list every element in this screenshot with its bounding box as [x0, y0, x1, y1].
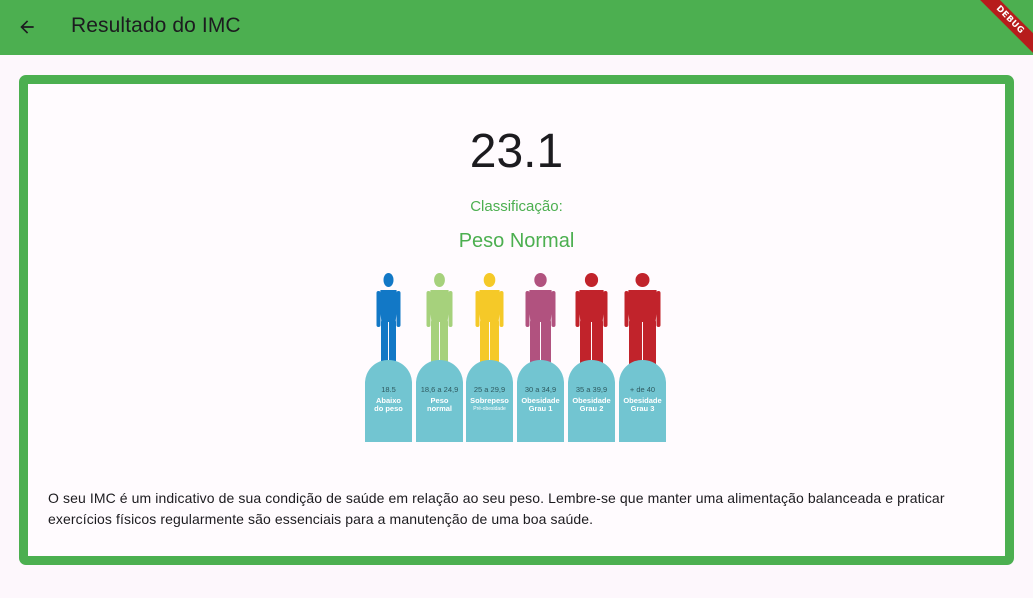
body-silhouette-icon — [426, 273, 453, 366]
bmi-range-label: 30 a 34,9 — [524, 385, 557, 394]
bmi-category-label: Abaixo do peso — [374, 396, 403, 413]
arrow-left-icon — [20, 20, 34, 34]
classification-label: Classificação: — [470, 198, 563, 215]
bmi-category-label: Obesidade Grau 2 — [572, 396, 611, 413]
bmi-category-plate: + de 40 Obesidade Grau 3 — [619, 360, 666, 442]
result-card: 23.1 Classificação: Peso Normal 18.5 Abai… — [19, 75, 1014, 565]
bmi-category-plate: 35 a 39,9 Obesidade Grau 2 — [568, 360, 615, 442]
bmi-chart-image: 18.5 Abaixo do peso 18,6 a 24,9 Peso normal 25… — [365, 272, 670, 442]
body-silhouette-icon — [575, 273, 608, 366]
bmi-range-label: 18.5 — [381, 385, 396, 394]
bmi-category-1: 18.5 Abaixo do peso — [365, 272, 412, 442]
bmi-category-plate: 18.5 Abaixo do peso — [365, 360, 412, 442]
bmi-category-5: 35 a 39,9 Obesidade Grau 2 — [568, 272, 615, 442]
classification-value: Peso Normal — [458, 230, 575, 252]
debug-banner-label: DEBUG — [973, 0, 1033, 57]
body-silhouette-icon — [475, 273, 504, 366]
bmi-category-6: + de 40 Obesidade Grau 3 — [619, 272, 666, 442]
bmi-category-4: 30 a 34,9 Obesidade Grau 1 — [517, 272, 564, 442]
bmi-category-label: Peso normal — [426, 396, 452, 413]
bmi-range-label: 25 a 29,9 — [473, 385, 506, 394]
bmi-range-label: 35 a 39,9 — [575, 385, 608, 394]
body-silhouette-icon — [376, 273, 401, 366]
bmi-value: 23.1 — [469, 125, 564, 178]
bmi-description: O seu IMC é um indicativo de sua condiçã… — [48, 490, 945, 527]
body-silhouette-icon — [624, 273, 661, 366]
bmi-category-2: 18,6 a 24,9 Peso normal — [416, 272, 463, 442]
bmi-category-sublabel: Pré-obesidade — [473, 406, 506, 412]
bmi-category-label: Obesidade Grau 3 — [623, 396, 662, 413]
bmi-category-3: 25 a 29,9 Sobrepeso Pré-obesidade — [466, 272, 513, 442]
bmi-range-label: + de 40 — [629, 385, 656, 394]
bmi-category-plate: 30 a 34,9 Obesidade Grau 1 — [517, 360, 564, 442]
page-title: Resultado do IMC — [71, 14, 241, 37]
bmi-category-plate: 18,6 a 24,9 Peso normal — [416, 360, 463, 442]
bmi-range-label: 18,6 a 24,9 — [420, 385, 459, 394]
debug-banner: DEBUG — [973, 0, 1033, 60]
app-bar: Resultado do IMC DEBUG — [0, 0, 1033, 57]
back-button[interactable] — [10, 10, 44, 44]
body-silhouette-icon — [525, 273, 556, 366]
bmi-category-label: Obesidade Grau 1 — [521, 396, 560, 413]
bmi-category-plate: 25 a 29,9 Sobrepeso Pré-obesidade — [466, 360, 513, 442]
bmi-category-label: Sobrepeso — [470, 396, 509, 405]
